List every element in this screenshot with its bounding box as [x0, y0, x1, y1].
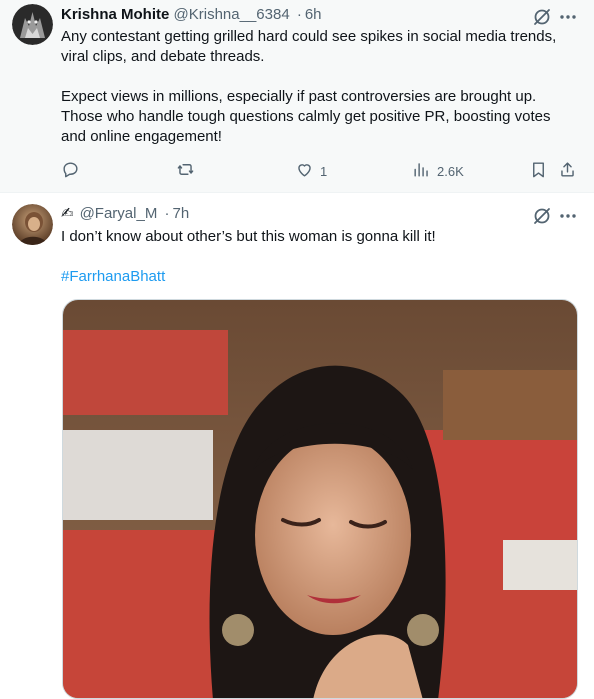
- author-name[interactable]: Krishna Mohite: [61, 6, 169, 23]
- grok-icon[interactable]: [532, 7, 552, 27]
- bookmark-icon: [529, 160, 548, 182]
- share-button[interactable]: [558, 158, 577, 184]
- tweet-faryal-m[interactable]: ✍ @Faryal_M · 7h I don’t know about other’…: [0, 194, 594, 699]
- tweet-media-image[interactable]: [62, 299, 578, 699]
- timestamp[interactable]: 7h: [173, 205, 190, 222]
- text-line: I don’t know about other’s but this woma…: [61, 228, 436, 245]
- timestamp[interactable]: 6h: [305, 6, 322, 23]
- views-icon: [412, 160, 431, 182]
- author-name-emoji[interactable]: ✍: [61, 205, 74, 222]
- tweet-header: Krishna Mohite @Krishna__6384 · 6h: [61, 4, 582, 26]
- tweet-actions: 1 2.6K: [61, 158, 582, 184]
- text-line: Any contestant getting grilled hard coul…: [61, 28, 557, 45]
- tweet-text: I don’t know about other’s but this woma…: [61, 227, 578, 287]
- author-handle[interactable]: @Krishna__6384: [174, 6, 290, 23]
- avatar[interactable]: [12, 4, 53, 45]
- views-count: 2.6K: [437, 163, 464, 179]
- tweet-text: Any contestant getting grilled hard coul…: [61, 27, 578, 147]
- avatar[interactable]: [12, 204, 53, 245]
- tweet-krishna-mohite[interactable]: Krishna Mohite @Krishna__6384 · 6h Any co…: [0, 0, 594, 193]
- retweet-button[interactable]: [176, 158, 201, 184]
- text-line: Expect views in millions, especially if …: [61, 88, 537, 105]
- text-line: viral clips, and debate threads.: [61, 48, 265, 65]
- author-handle[interactable]: @Faryal_M: [80, 205, 158, 222]
- separator-dot: ·: [164, 205, 170, 222]
- reply-button[interactable]: [61, 158, 86, 184]
- more-icon[interactable]: [558, 7, 578, 27]
- share-icon: [558, 160, 577, 182]
- like-button[interactable]: 1: [295, 158, 327, 184]
- grok-icon[interactable]: [532, 206, 552, 226]
- separator-dot: ·: [296, 6, 302, 23]
- retweet-icon: [176, 160, 195, 182]
- hashtag-link[interactable]: #FarrhanaBhatt: [61, 267, 578, 287]
- heart-icon: [295, 160, 314, 182]
- like-count: 1: [320, 163, 328, 179]
- views-button[interactable]: 2.6K: [412, 158, 464, 184]
- reply-icon: [61, 160, 80, 182]
- more-icon[interactable]: [558, 206, 578, 226]
- text-line-blank: [61, 247, 578, 267]
- tweet-header: ✍ @Faryal_M · 7h: [61, 203, 582, 225]
- bookmark-button[interactable]: [529, 158, 548, 184]
- text-line: and online engagement!: [61, 128, 222, 145]
- text-line-blank: [61, 67, 578, 87]
- text-line: Those who handle tough questions calmly …: [61, 108, 551, 125]
